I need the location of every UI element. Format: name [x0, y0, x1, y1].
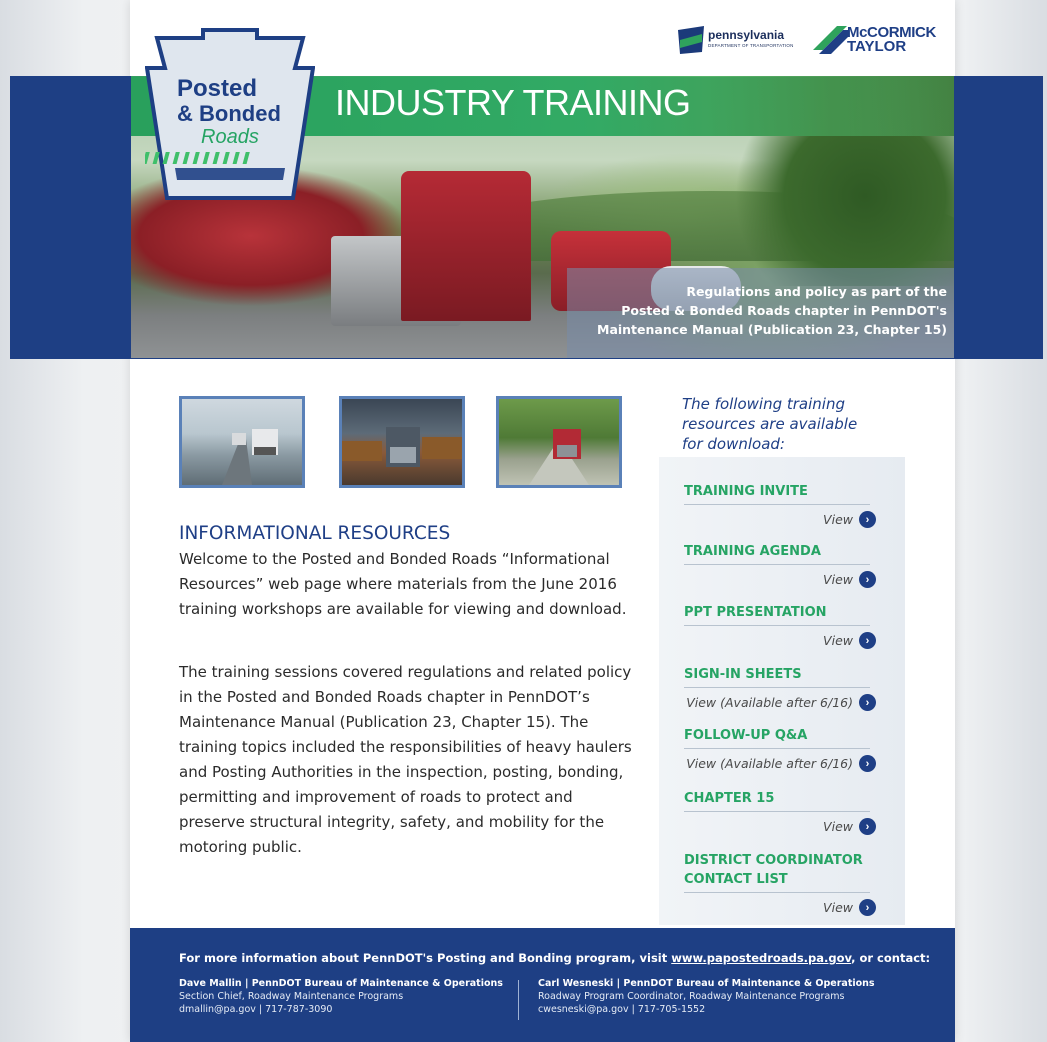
view-link-text[interactable]: View (Available after 6/16) [686, 695, 853, 710]
chevron-right-icon[interactable]: › [859, 818, 876, 835]
divider [684, 504, 870, 505]
resource-title: FOLLOW-UP Q&A [684, 728, 808, 743]
view-link-text[interactable]: View [823, 900, 853, 915]
resource-district-coordinator-list: DISTRICT COORDINATOR CONTACT LIST View › [684, 851, 884, 916]
view-link[interactable]: View › [684, 511, 876, 528]
view-link[interactable]: View › [684, 571, 876, 588]
view-link[interactable]: View (Available after 6/16) › [684, 755, 876, 772]
resource-follow-up-qa: FOLLOW-UP Q&A View (Available after 6/16… [684, 726, 884, 772]
divider [684, 564, 870, 565]
hero-caption-line: Posted & Bonded Roads chapter in PennDOT… [621, 303, 947, 318]
description-paragraph: The training sessions covered regulation… [179, 663, 632, 856]
website-link[interactable]: www.papostedroads.pa.gov [671, 951, 851, 965]
view-link-text[interactable]: View (Available after 6/16) [686, 756, 853, 771]
chevron-right-icon[interactable]: › [859, 899, 876, 916]
chevron-right-icon[interactable]: › [859, 632, 876, 649]
view-link-text[interactable]: View [823, 572, 853, 587]
logo-text-bonded: & Bonded [177, 101, 281, 126]
intro-paragraph: Welcome to the Posted and Bonded Roads “… [179, 550, 627, 618]
resource-title: TRAINING INVITE [684, 484, 808, 499]
resource-sign-in-sheets: SIGN-IN SHEETS View (Available after 6/1… [684, 665, 884, 711]
view-link-text[interactable]: View [823, 512, 853, 527]
logo-text-roads: Roads [201, 126, 259, 148]
view-link-text[interactable]: View [823, 633, 853, 648]
footer-tail-text: , or contact: [851, 951, 931, 965]
chevron-right-icon[interactable]: › [859, 511, 876, 528]
mccormick-logo-line2: TAYLOR [847, 38, 907, 55]
view-link[interactable]: View (Available after 6/16) › [684, 694, 876, 711]
hero-caption-line: Regulations and policy as part of the [686, 284, 947, 299]
mccormick-taylor-icon [813, 26, 849, 54]
divider [684, 748, 870, 749]
hero-trees [731, 136, 954, 286]
partner-logos: pennsylvania DEPARTMENT OF TRANSPORTATIO… [676, 22, 941, 60]
view-link[interactable]: View › [684, 818, 876, 835]
thumbnail-tanker-road[interactable] [179, 396, 305, 488]
resource-title: SIGN-IN SHEETS [684, 667, 802, 682]
contact-name: Carl Wesneski | PennDOT Bureau of Mainte… [538, 978, 875, 989]
thumbnail-truck-rural-road[interactable] [496, 396, 622, 488]
sidebar-intro: The following training resources are ava… [682, 395, 858, 453]
chevron-right-icon[interactable]: › [859, 571, 876, 588]
resource-training-agenda: TRAINING AGENDA View › [684, 542, 884, 588]
view-link-text[interactable]: View [823, 819, 853, 834]
footer-lead-text: For more information about PennDOT's Pos… [179, 951, 672, 965]
hero-caption-line: Maintenance Manual (Publication 23, Chap… [597, 322, 947, 337]
view-link[interactable]: View › [684, 899, 876, 916]
keystone-state-icon [678, 26, 704, 54]
chevron-right-icon[interactable]: › [859, 694, 876, 711]
contact-divider [518, 980, 519, 1020]
resource-title: PPT PRESENTATION [684, 605, 827, 620]
contact-name: Dave Mallin | PennDOT Bureau of Maintena… [179, 978, 503, 989]
divider [684, 892, 870, 893]
resource-chapter-15: CHAPTER 15 View › [684, 789, 884, 835]
resource-title: TRAINING AGENDA [684, 544, 821, 559]
divider [684, 625, 870, 626]
logo-text-posted: Posted [177, 75, 257, 102]
resource-title: DISTRICT COORDINATOR CONTACT LIST [684, 853, 863, 887]
hero-title: INDUSTRY TRAINING [335, 82, 691, 123]
contact-info[interactable]: dmallin@pa.gov | 717-787-3090 [179, 1003, 503, 1016]
thumbnail-logging-truck[interactable] [339, 396, 465, 488]
posted-bonded-roads-logo[interactable]: Posted & Bonded Roads [145, 28, 315, 200]
hero-caption: Regulations and policy as part of the Po… [567, 282, 947, 339]
contact-role: Section Chief, Roadway Maintenance Progr… [179, 991, 404, 1002]
contact-card-wesneski: Carl Wesneski | PennDOT Bureau of Mainte… [538, 977, 875, 1016]
divider [684, 687, 870, 688]
penndot-logo-text: pennsylvania [708, 28, 785, 42]
resource-training-invite: TRAINING INVITE View › [684, 482, 884, 528]
hero-truck-cab [401, 171, 531, 321]
chevron-right-icon[interactable]: › [859, 755, 876, 772]
contact-info[interactable]: cwesneski@pa.gov | 717-705-1552 [538, 1003, 875, 1016]
penndot-logo-subtext: DEPARTMENT OF TRANSPORTATION [708, 43, 794, 48]
resource-ppt-presentation: PPT PRESENTATION View › [684, 603, 884, 649]
section-heading: INFORMATIONAL RESOURCES [179, 523, 451, 544]
contact-card-mallin: Dave Mallin | PennDOT Bureau of Maintena… [179, 977, 503, 1016]
view-link[interactable]: View › [684, 632, 876, 649]
divider [684, 811, 870, 812]
contact-role: Roadway Program Coordinator, Roadway Mai… [538, 991, 845, 1002]
resource-title: CHAPTER 15 [684, 791, 775, 806]
footer-info-line: For more information about PennDOT's Pos… [179, 951, 930, 965]
